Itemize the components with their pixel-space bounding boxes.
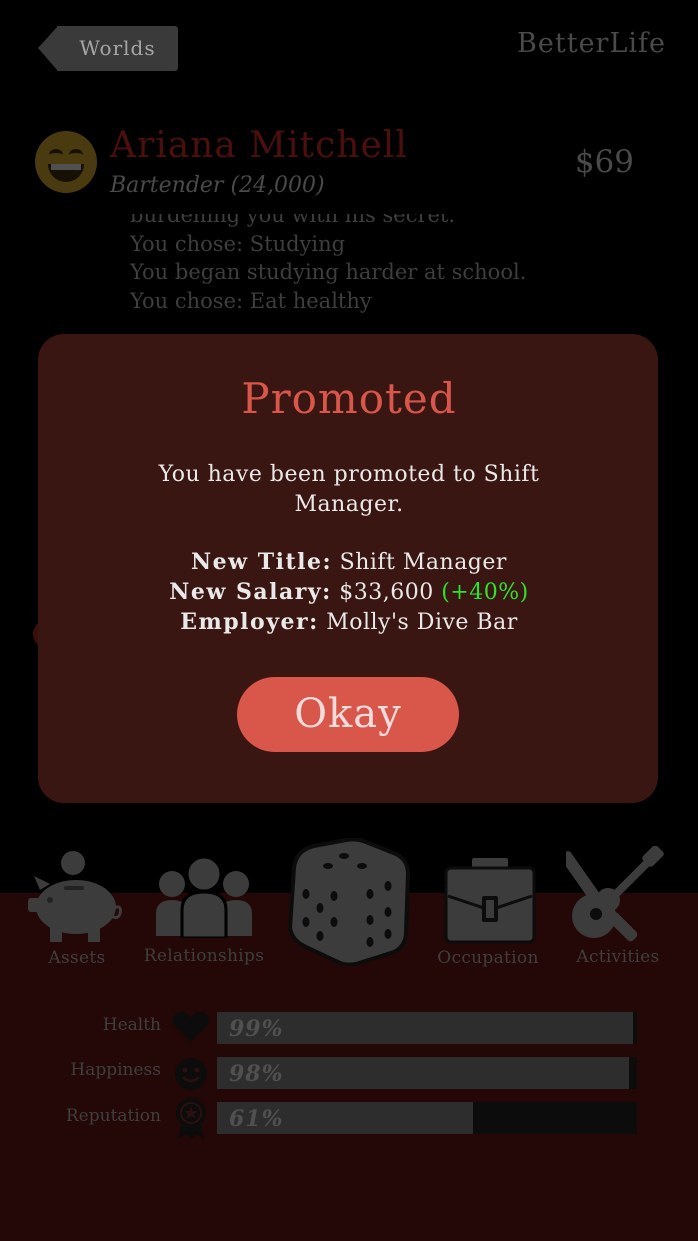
log-line: You began studying harder at school. (130, 260, 527, 284)
reputation-value: 61% (229, 1106, 284, 1132)
nav-relationships-label[interactable]: Relationships (139, 946, 269, 966)
piggy-bank-icon[interactable] (26, 848, 126, 944)
briefcase-icon[interactable] (444, 856, 536, 944)
worlds-back-label: Worlds (57, 26, 178, 71)
nav-occupation-label[interactable]: Occupation (428, 948, 548, 968)
worlds-back-button[interactable]: Worlds (38, 26, 178, 71)
heart-icon (172, 1011, 210, 1042)
happiness-label: Happiness (70, 1060, 161, 1080)
people-icon[interactable] (154, 854, 254, 938)
dialog-message: You have been promoted to Shift Manager. (158, 462, 540, 517)
salary-change: (+40%) (441, 580, 529, 605)
employer-value: Molly's Dive Bar (326, 610, 518, 635)
avatar-grin-icon (35, 131, 97, 193)
award-icon (176, 1098, 206, 1139)
dice-icon[interactable] (284, 838, 414, 966)
employer-row: Employer: Molly's Dive Bar (0, 609, 698, 635)
log-line: You chose: Studying (130, 231, 346, 256)
new-title-value: Shift Manager (339, 550, 507, 575)
reputation-bar: 61% (217, 1102, 637, 1134)
reputation-label: Reputation (65, 1106, 161, 1126)
log-line: burdening you with his secret. (130, 214, 456, 227)
employer-label: Employer: (180, 609, 319, 635)
health-bar: 99% (217, 1012, 637, 1044)
nav-assets-label[interactable]: Assets (27, 948, 127, 968)
back-arrow-icon (38, 26, 58, 71)
log-line: You chose: Eat healthy (130, 288, 372, 313)
money-balance: $69 (574, 144, 634, 180)
new-salary-label: New Salary: (169, 579, 332, 605)
character-name: Ariana Mitchell (110, 125, 408, 166)
event-log[interactable]: burdening you with his secret. You chose… (130, 214, 670, 334)
guitar-icon[interactable] (566, 846, 666, 942)
new-salary-value: $33,600 (339, 580, 434, 605)
okay-button[interactable]: Okay (237, 677, 459, 752)
new-salary-row: New Salary: $33,600 (+40%) (0, 579, 698, 605)
new-title-row: New Title: Shift Manager (0, 549, 698, 575)
smiley-icon (175, 1058, 207, 1090)
health-value: 99% (229, 1016, 284, 1042)
happiness-value: 98% (229, 1061, 284, 1087)
character-job: Bartender (24,000) (110, 173, 325, 198)
dialog-title: Promoted (241, 374, 457, 423)
app-title: BetterLife (517, 28, 666, 59)
happiness-bar: 98% (217, 1057, 637, 1089)
health-label: Health (102, 1015, 161, 1035)
nav-activities-label[interactable]: Activities (568, 947, 668, 967)
new-title-label: New Title: (191, 549, 333, 575)
